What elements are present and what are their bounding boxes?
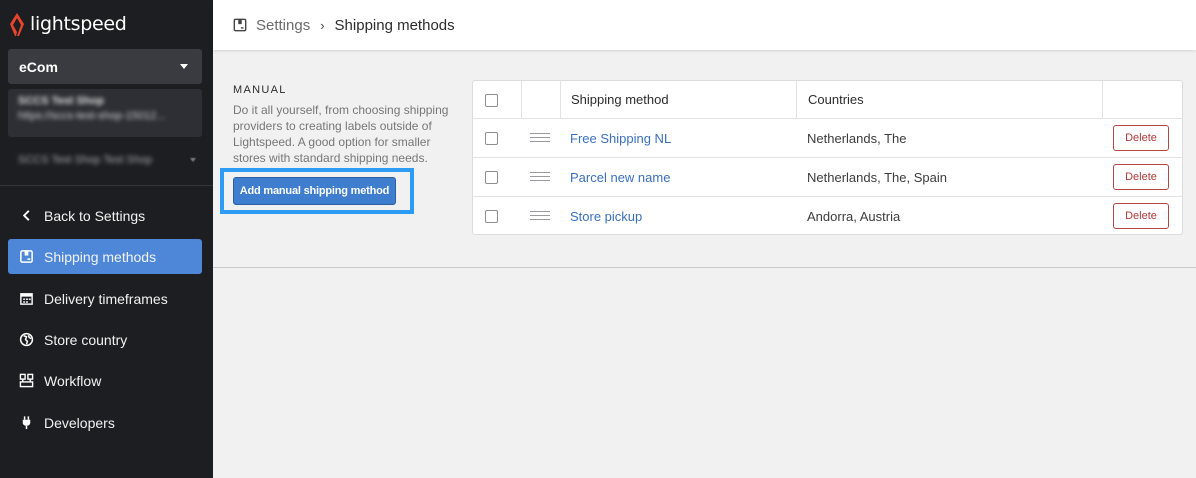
page-header: Settings › Shipping methods <box>213 0 1196 50</box>
table-row: Free Shipping NL Netherlands, The Delete <box>473 119 1182 158</box>
page-title: Shipping methods <box>334 16 455 34</box>
alternate-shop[interactable]: SCCS Test Shop Test Shop <box>18 154 152 166</box>
plug-icon <box>18 415 34 431</box>
brand-name: lightspeed <box>30 13 127 35</box>
current-shop-card[interactable]: SCCS Test Shop https://sccs-test-shop-15… <box>8 89 202 137</box>
caret-down-icon <box>180 64 188 69</box>
sidebar-item-label: Back to Settings <box>44 207 146 224</box>
countries-cell: Netherlands, The, Spain <box>807 170 947 185</box>
section-description: Do it all yourself, from choosing shippi… <box>233 103 449 165</box>
countries-cell: Netherlands, The <box>807 131 907 146</box>
sidebar-item-label: Developers <box>44 414 115 431</box>
shipping-method-link[interactable]: Free Shipping NL <box>570 131 671 146</box>
drag-handle-icon[interactable] <box>530 172 550 182</box>
shipping-methods-table: Shipping method Countries Free Shipping … <box>472 80 1183 235</box>
sidebar-item-workflow[interactable]: Workflow <box>8 363 202 398</box>
section-label-manual: MANUAL <box>233 84 287 96</box>
sidebar-item-shipping-methods[interactable]: Shipping methods <box>8 239 202 274</box>
sidebar-item-label: Workflow <box>44 372 102 389</box>
calendar-icon <box>18 291 34 307</box>
table-header-row: Shipping method Countries <box>473 81 1182 119</box>
sidebar-item-label: Delivery timeframes <box>44 290 168 307</box>
caret-down-icon <box>190 158 196 162</box>
shipping-method-link[interactable]: Parcel new name <box>570 170 670 185</box>
delete-button[interactable]: Delete <box>1113 125 1169 151</box>
sidebar-item-label: Shipping methods <box>44 248 157 265</box>
column-divider <box>1102 81 1103 119</box>
sidebar-item-back-to-settings[interactable]: Back to Settings <box>8 198 202 233</box>
delete-button[interactable]: Delete <box>1113 164 1169 190</box>
shop-name: SCCS Test Shop <box>18 95 104 107</box>
shop-url: https://sccs-test-shop-15012... <box>18 110 166 122</box>
table-row: Store pickup Andorra, Austria Delete <box>473 197 1182 234</box>
shipping-method-link[interactable]: Store pickup <box>570 209 642 224</box>
breadcrumb-separator: › <box>320 17 325 33</box>
column-header-countries: Countries <box>808 92 864 107</box>
sidebar: lightspeed eCom SCCS Test Shop https://s… <box>0 0 213 478</box>
delete-button[interactable]: Delete <box>1113 203 1169 229</box>
select-all-checkbox[interactable] <box>485 94 498 107</box>
row-checkbox[interactable] <box>485 132 498 145</box>
chevron-left-icon <box>18 208 34 224</box>
sidebar-divider <box>0 185 213 186</box>
countries-cell: Andorra, Austria <box>807 209 901 224</box>
column-divider <box>796 81 797 119</box>
column-divider <box>560 81 561 119</box>
box-icon <box>18 249 34 265</box>
globe-icon <box>18 332 34 348</box>
sidebar-item-store-country[interactable]: Store country <box>8 322 202 357</box>
add-manual-shipping-method-button[interactable]: Add manual shipping method <box>233 177 396 205</box>
brand-logo[interactable]: lightspeed <box>8 11 127 37</box>
drag-handle-icon[interactable] <box>530 133 550 143</box>
column-divider <box>521 81 522 119</box>
drag-handle-icon[interactable] <box>530 211 550 221</box>
row-checkbox[interactable] <box>485 210 498 223</box>
breadcrumb-settings[interactable]: Settings <box>256 17 310 34</box>
store-type-select[interactable]: eCom <box>8 49 202 84</box>
sidebar-item-label: Store country <box>44 331 128 348</box>
workflow-icon <box>18 373 34 389</box>
sidebar-item-delivery-timeframes[interactable]: Delivery timeframes <box>8 281 202 316</box>
store-type-value: eCom <box>19 58 58 75</box>
table-row: Parcel new name Netherlands, The, Spain … <box>473 158 1182 197</box>
column-header-shipping-method: Shipping method <box>571 92 669 107</box>
row-checkbox[interactable] <box>485 171 498 184</box>
content-divider <box>213 267 1196 268</box>
sidebar-item-developers[interactable]: Developers <box>8 405 202 440</box>
box-icon <box>233 18 247 32</box>
flame-logo-icon <box>10 12 24 36</box>
